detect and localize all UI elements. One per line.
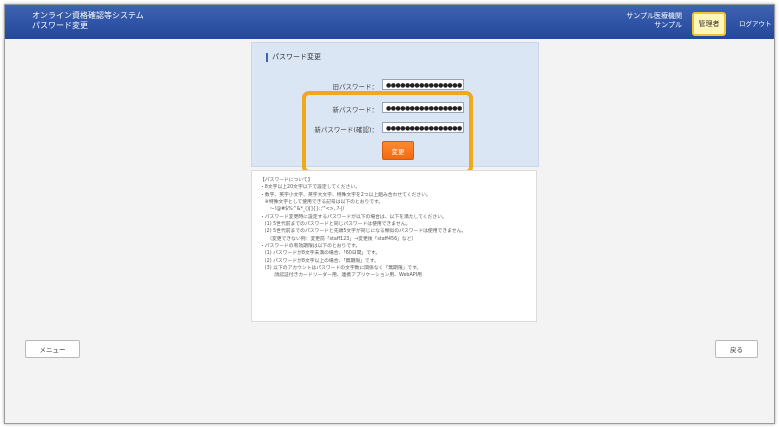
info-line: ※特殊文字として使用できる記号は以下のとおりです。 (260, 200, 384, 206)
old-password-input[interactable]: ●●●●●●●●●●●●●●●● (382, 79, 464, 90)
back-button[interactable]: 戻る (715, 340, 758, 358)
password-rules-panel: 【パスワードについて】 ・8文字以上20文字以下で設定してください。 ・数字、英… (251, 170, 537, 322)
info-line: (1) パスワードが8文字未満の場合、「60日間」です。 (260, 251, 381, 257)
confirm-password-input[interactable]: ●●●●●●●●●●●●●●●● (382, 122, 464, 133)
info-line: 顔認証付きカードリーダー用、連携アプリケーション用、WebAPI用 (260, 273, 422, 279)
browser-frame: オンライン資格確認等システム パスワード変更 サンプル医療機関 サンプル 管理者… (4, 4, 775, 424)
info-line: （変更できない例：変更前「staff123」→変更後「staff456」など） (260, 236, 417, 242)
app-title-block: オンライン資格確認等システム パスワード変更 (32, 11, 144, 31)
info-line: (1) 5世代前までのパスワードと同じパスワードは使用できません。 (260, 222, 411, 228)
change-button[interactable]: 変更 (382, 141, 414, 160)
info-line: (2) パスワードが8文字以上の場合、「無期限」です。 (260, 258, 379, 264)
new-password-input[interactable]: ●●●●●●●●●●●●●●●● (382, 102, 464, 113)
page-title: パスワード変更 (32, 21, 88, 30)
password-change-form: パスワード変更 旧パスワード： ●●●●●●●●●●●●●●●● 新パスワード：… (251, 42, 539, 174)
main-content: パスワード変更 旧パスワード： ●●●●●●●●●●●●●●●● 新パスワード：… (5, 39, 774, 423)
info-line: ・パスワードの有効期限は以下のとおりです。 (260, 244, 361, 250)
form-title: パスワード変更 (266, 53, 321, 62)
info-line: (2) 5世代前までのパスワードと先頭5文字が同じになる類似のパスワードは使用で… (260, 229, 467, 235)
info-line: ～!@#$%^&*_()[]{}:;'"<>,.?-|/ (260, 207, 345, 213)
app-header: オンライン資格確認等システム パスワード変更 サンプル医療機関 サンプル 管理者… (5, 5, 774, 39)
old-password-label: 旧パスワード： (332, 83, 379, 91)
role-badge: 管理者 (692, 12, 726, 36)
logout-button[interactable]: ログアウト (739, 18, 772, 28)
confirm-password-label: 新パスワード(確認)： (314, 126, 378, 134)
info-line: 【パスワードについて】 (260, 178, 313, 183)
info-line: ・8文字以上20文字以下で設定してください。 (260, 185, 361, 191)
info-line: ・パスワード変更時に設定するパスワードが以下の場合は、以下を満たしてください。 (260, 214, 447, 220)
app-name: オンライン資格確認等システム (32, 11, 144, 20)
menu-button[interactable]: メニュー (25, 340, 80, 358)
new-password-label: 新パスワード： (332, 106, 379, 114)
info-line: ・数字、英字小文字、英字大文字、特殊文字を2つ以上組み合わせてください。 (260, 192, 431, 198)
org-name: サンプル医療機関 (626, 12, 682, 20)
user-name: サンプル (654, 21, 682, 29)
user-info: サンプル医療機関 サンプル (626, 12, 682, 30)
info-line: (3) 以下のアカウントはパスワードの文字数に関係なく「無期限」です。 (260, 266, 422, 272)
